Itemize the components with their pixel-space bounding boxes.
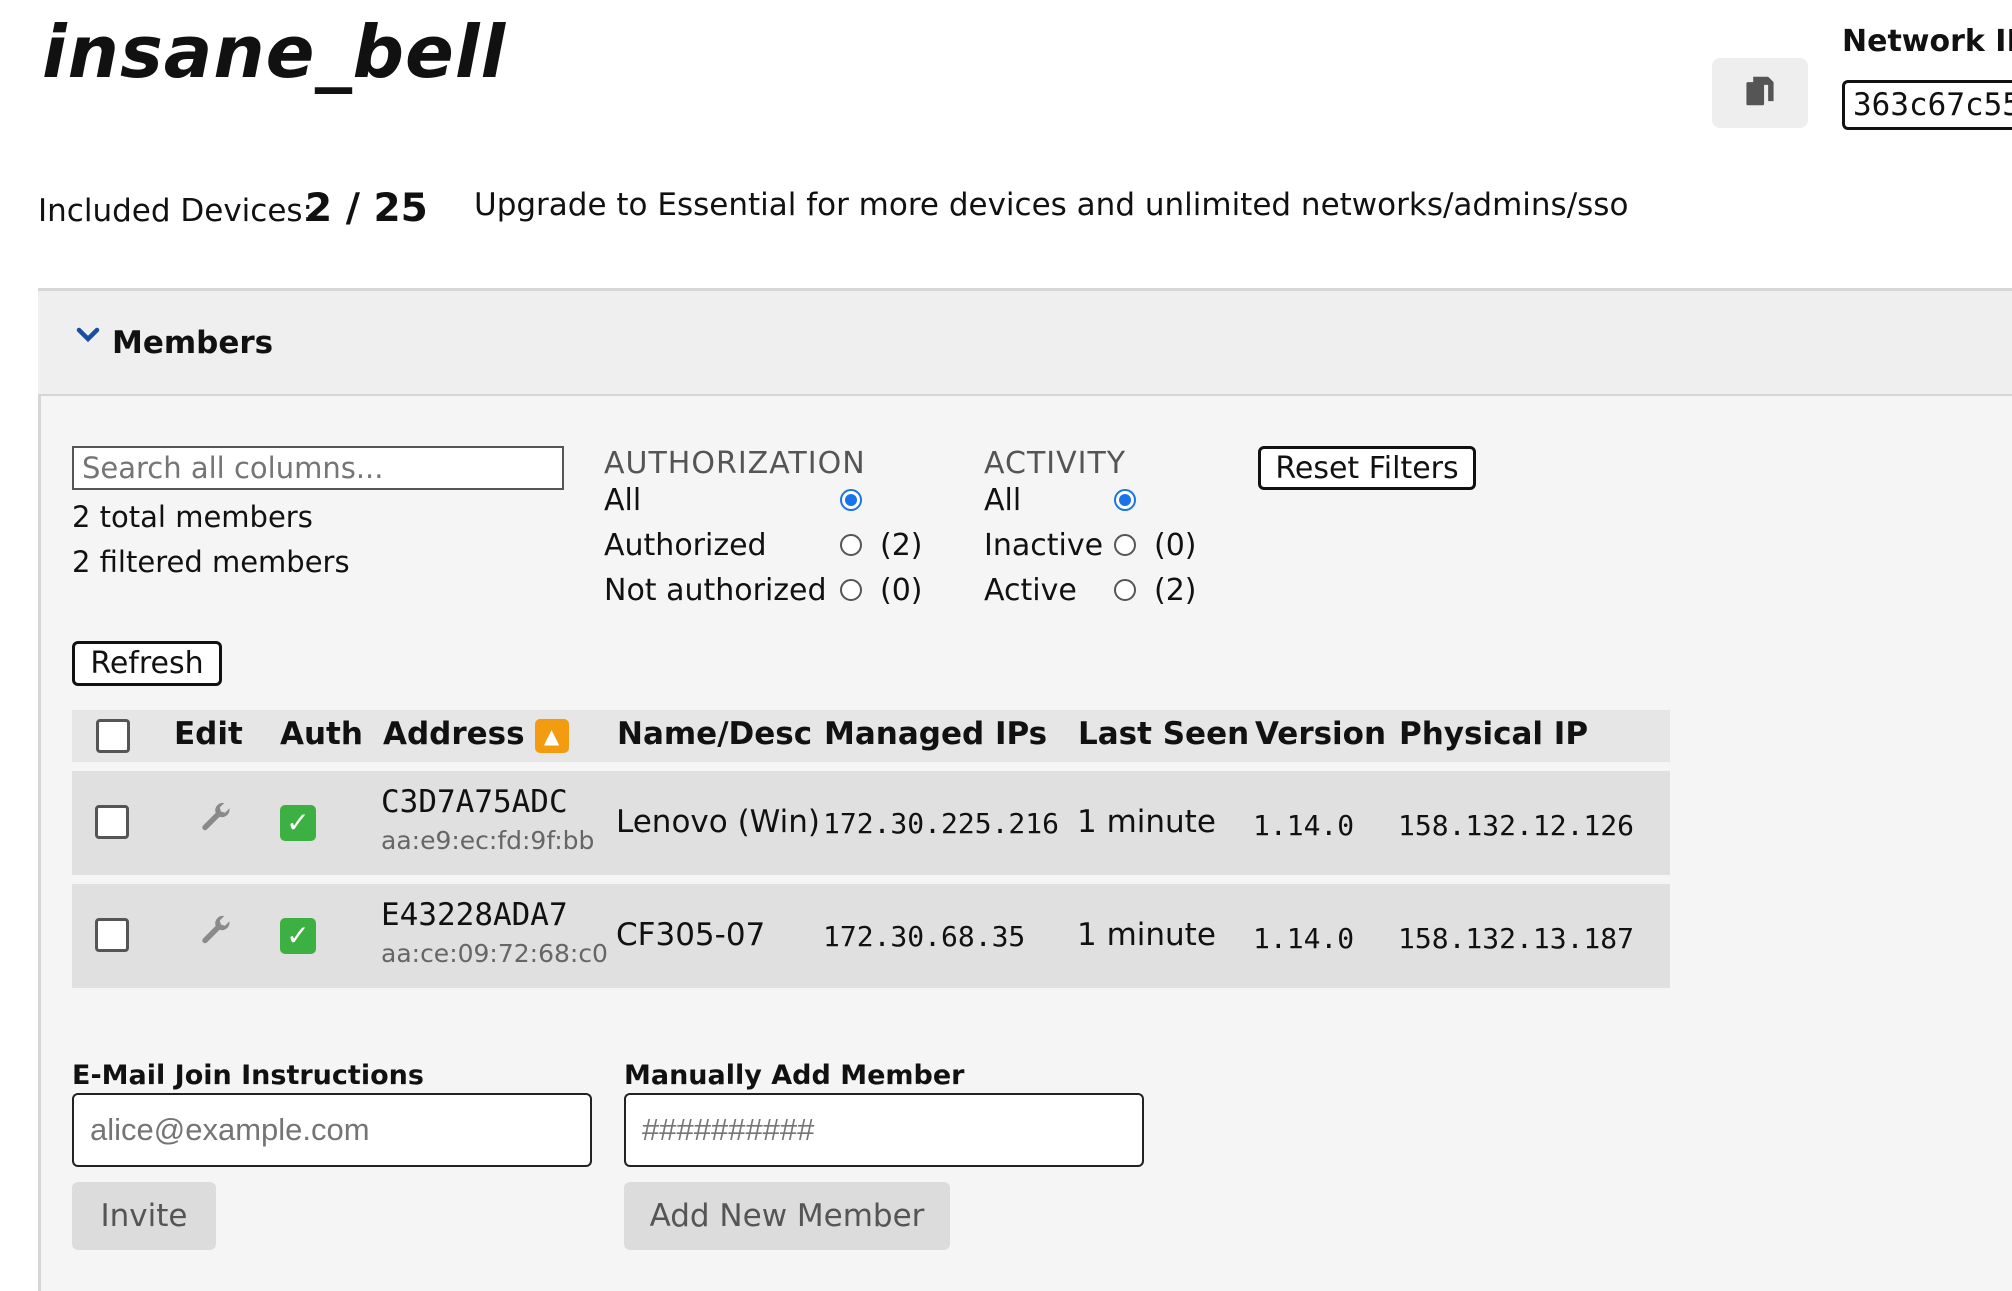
activity-filter-inactive-radio[interactable] xyxy=(1114,534,1136,556)
refresh-button[interactable]: Refresh xyxy=(72,641,222,686)
wrench-icon[interactable] xyxy=(198,800,234,840)
member-mac: aa:ce:09:72:68:c0 xyxy=(381,939,608,968)
member-id-field[interactable] xyxy=(624,1093,1144,1167)
activity-filter-inactive-count: (0) xyxy=(1154,528,1197,563)
activity-filter-heading: ACTIVITY xyxy=(984,446,1127,481)
column-header-address[interactable]: Address ▲ xyxy=(383,716,569,753)
invite-button[interactable]: Invite xyxy=(72,1182,216,1250)
activity-filter-active-label: Active xyxy=(984,573,1077,608)
network-id-field[interactable]: 363c67c55 xyxy=(1842,80,2012,130)
wrench-icon[interactable] xyxy=(198,913,234,953)
auth-filter-authorized-label: Authorized xyxy=(604,528,767,563)
activity-filter-all-label: All xyxy=(984,483,1022,518)
column-header-last-seen: Last Seen xyxy=(1078,716,1250,752)
column-header-edit: Edit xyxy=(174,716,243,752)
upgrade-notice: Upgrade to Essential for more devices an… xyxy=(474,187,1629,223)
member-address: C3D7A75ADC xyxy=(381,784,568,820)
check-icon: ✓ xyxy=(280,918,316,954)
member-physical-ip: 158.132.13.187 xyxy=(1398,922,1635,955)
members-title[interactable]: Members xyxy=(112,325,273,361)
network-id-label: Network ID xyxy=(1842,24,2012,59)
column-header-address-label: Address xyxy=(383,716,525,752)
column-header-name: Name/Desc xyxy=(617,716,813,752)
included-devices-count: 2 / 25 xyxy=(305,186,428,231)
member-managed-ip: 172.30.225.216 xyxy=(823,807,1060,840)
add-new-member-button[interactable]: Add New Member xyxy=(624,1182,950,1250)
network-name: insane_bell xyxy=(42,10,507,94)
auth-filter-not-authorized-label: Not authorized xyxy=(604,573,827,608)
email-join-label: E-Mail Join Instructions xyxy=(72,1060,424,1091)
member-last-seen: 1 minute xyxy=(1077,917,1216,953)
members-panel-header[interactable] xyxy=(38,291,2012,396)
member-managed-ip: 172.30.68.35 xyxy=(823,920,1026,953)
filtered-members-count: 2 filtered members xyxy=(72,545,350,579)
auth-filter-not-authorized-radio[interactable] xyxy=(840,579,862,601)
included-devices-label: Included Devices: xyxy=(38,193,313,229)
copy-network-id-button[interactable] xyxy=(1712,58,1808,128)
sort-asc-icon[interactable]: ▲ xyxy=(534,718,569,753)
auth-filter-authorized-count: (2) xyxy=(880,528,923,563)
search-input[interactable] xyxy=(72,446,564,490)
member-physical-ip: 158.132.12.126 xyxy=(1398,809,1635,842)
select-all-checkbox[interactable] xyxy=(96,719,130,753)
manual-add-label: Manually Add Member xyxy=(624,1060,965,1091)
column-header-version: Version xyxy=(1255,716,1387,752)
member-name[interactable]: Lenovo (Win) xyxy=(616,804,820,840)
reset-filters-button[interactable]: Reset Filters xyxy=(1258,446,1476,490)
auth-filter-all-radio[interactable] xyxy=(840,489,862,511)
activity-filter-active-count: (2) xyxy=(1154,573,1197,608)
member-mac: aa:e9:ec:fd:9f:bb xyxy=(381,826,595,855)
column-header-managed-ips: Managed IPs xyxy=(824,716,1048,752)
auth-filter-authorized-radio[interactable] xyxy=(840,534,862,556)
member-version: 1.14.0 xyxy=(1253,922,1355,955)
member-name[interactable]: CF305-07 xyxy=(616,917,765,953)
column-header-auth: Auth xyxy=(280,716,363,752)
email-field[interactable] xyxy=(72,1093,592,1167)
total-members-count: 2 total members xyxy=(72,500,313,534)
member-address: E43228ADA7 xyxy=(381,897,568,933)
auth-filter-all-label: All xyxy=(604,483,642,518)
chevron-down-icon[interactable] xyxy=(76,326,100,348)
authorization-filter-heading: AUTHORIZATION xyxy=(604,446,866,481)
row-checkbox[interactable] xyxy=(95,918,129,952)
auth-filter-not-authorized-count: (0) xyxy=(880,573,923,608)
row-checkbox[interactable] xyxy=(95,805,129,839)
copy-icon xyxy=(1746,76,1774,106)
activity-filter-inactive-label: Inactive xyxy=(984,528,1104,563)
column-header-physical-ip: Physical IP xyxy=(1399,716,1589,752)
activity-filter-active-radio[interactable] xyxy=(1114,579,1136,601)
check-icon: ✓ xyxy=(280,805,316,841)
activity-filter-all-radio[interactable] xyxy=(1114,489,1136,511)
member-last-seen: 1 minute xyxy=(1077,804,1216,840)
member-version: 1.14.0 xyxy=(1253,809,1355,842)
